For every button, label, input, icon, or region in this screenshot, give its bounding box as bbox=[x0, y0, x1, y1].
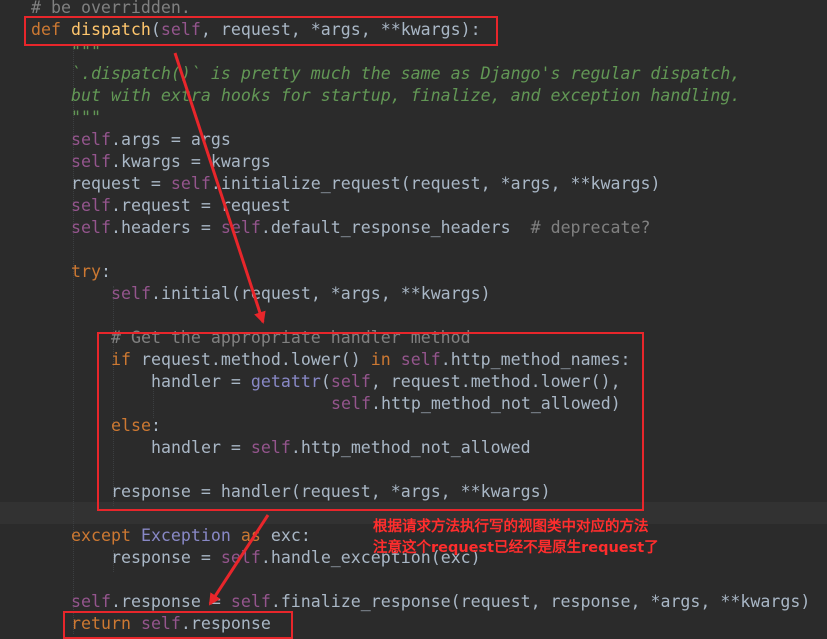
code-line: self.http_method_not_allowed) bbox=[331, 394, 621, 413]
code-line: response = self.handle_exception(exc) bbox=[111, 548, 481, 567]
code-line-try: try: bbox=[71, 262, 111, 281]
code-line-docstring-close: """ bbox=[71, 108, 101, 127]
code-line-except: except Exception as exc: bbox=[71, 526, 311, 545]
code-line: handler = getattr(self, request.method.l… bbox=[151, 372, 621, 391]
code-line: request = self.initialize_request(reques… bbox=[71, 174, 661, 193]
code-line-docstring-open: """ bbox=[71, 42, 101, 61]
code-line: self.initial(request, *args, **kwargs) bbox=[111, 284, 491, 303]
code-line: self.kwargs = kwargs bbox=[71, 152, 271, 171]
code-line: self.args = args bbox=[71, 130, 231, 149]
indent-guide bbox=[113, 286, 114, 506]
code-line-docstring: `.dispatch()` is pretty much the same as… bbox=[71, 64, 741, 83]
code-editor[interactable]: # be overridden. def dispatch(self, requ… bbox=[0, 0, 827, 638]
code-line-def-dispatch: def dispatch(self, request, *args, **kwa… bbox=[31, 20, 481, 39]
code-line-if: if request.method.lower() in self.http_m… bbox=[111, 350, 631, 369]
code-line-docstring: but with extra hooks for startup, finali… bbox=[71, 86, 741, 105]
code-line-return: return self.response bbox=[71, 614, 271, 633]
code-line: handler = self.http_method_not_allowed bbox=[151, 438, 531, 457]
code-line: self.request = request bbox=[71, 196, 291, 215]
code-line-else: else: bbox=[111, 416, 161, 435]
code-line: self.response = self.finalize_response(r… bbox=[71, 592, 811, 611]
code-line: self.headers = self.default_response_hea… bbox=[71, 218, 651, 237]
current-line-highlight bbox=[0, 502, 827, 524]
code-line-comment: # be overridden. bbox=[31, 0, 191, 17]
code-line: response = handler(request, *args, **kwa… bbox=[111, 482, 551, 501]
code-line-comment: # Get the appropriate handler method bbox=[111, 328, 471, 347]
